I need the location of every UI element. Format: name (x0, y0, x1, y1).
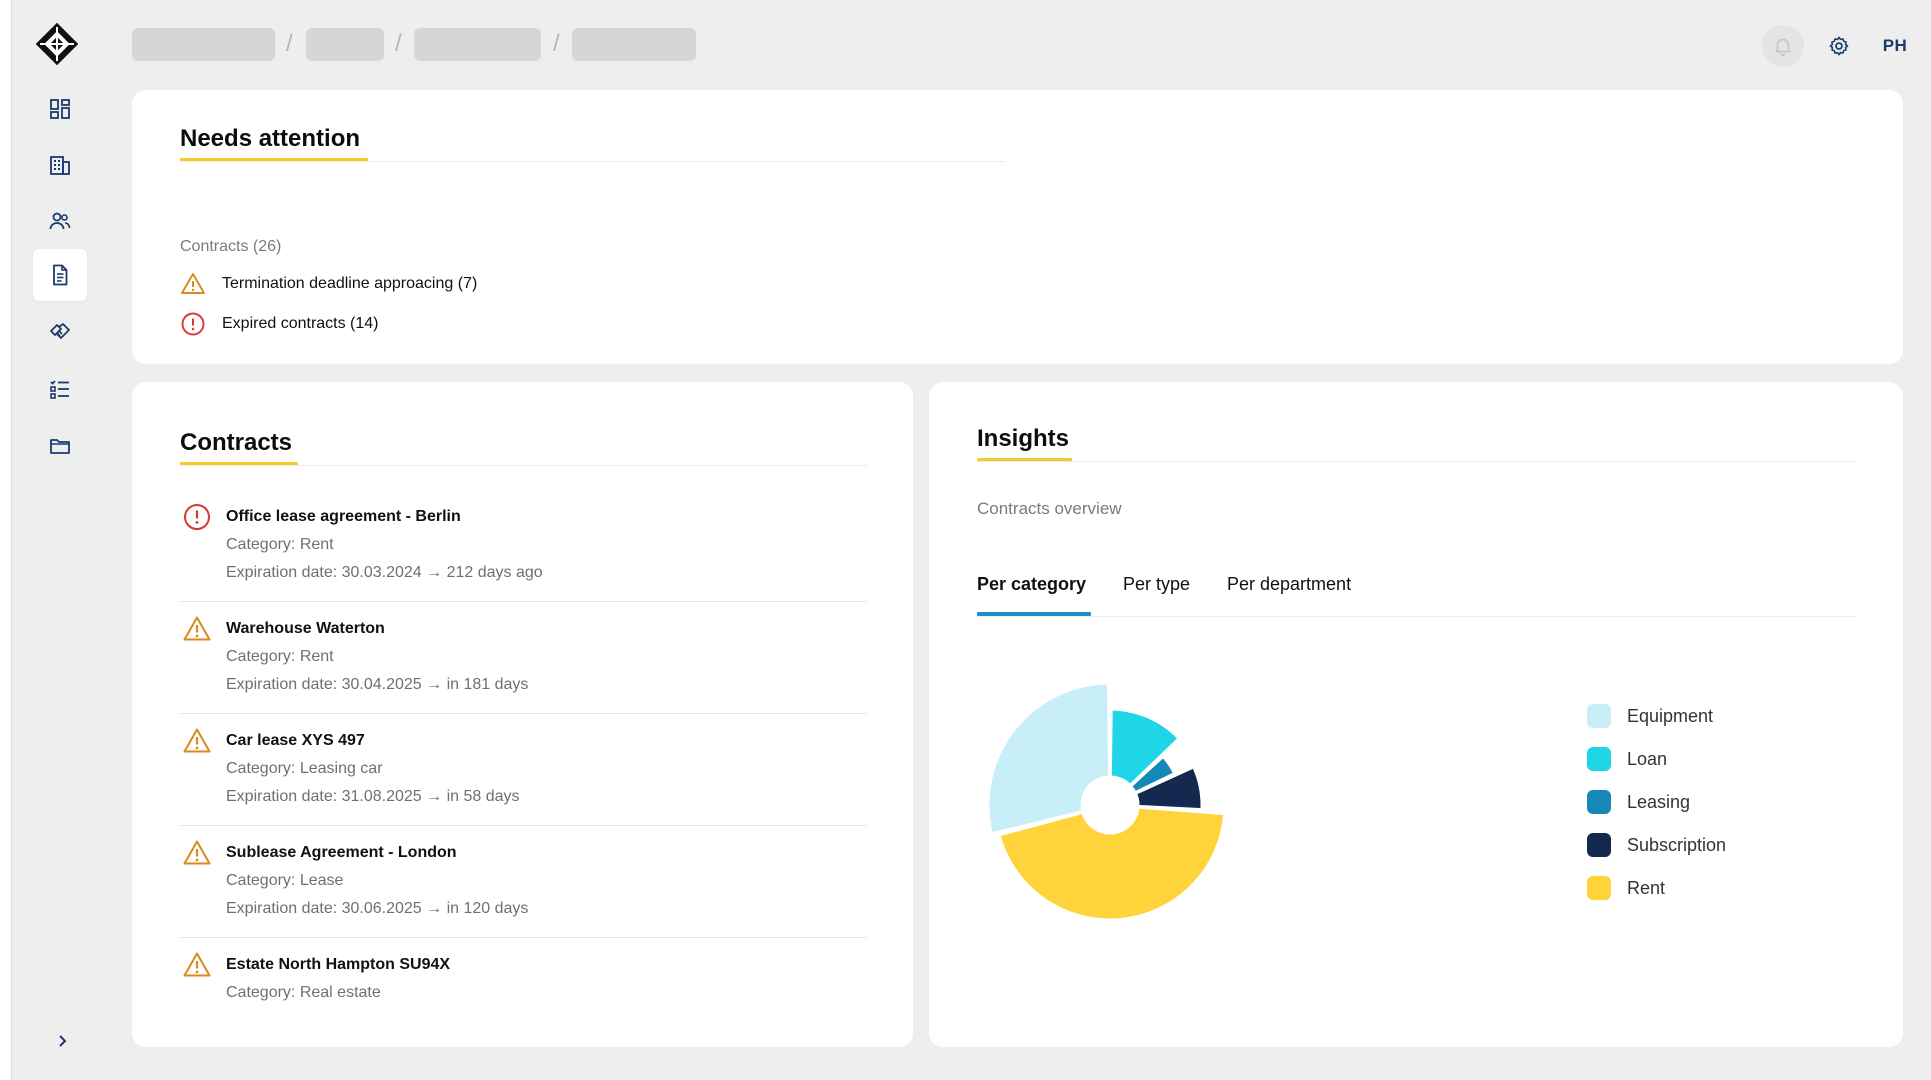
people-icon (48, 209, 72, 233)
expired-contracts-label: Expired contracts (14) (222, 315, 379, 333)
needs-attention-subtitle: Contracts (26) (180, 238, 281, 256)
app-logo-icon[interactable] (36, 23, 78, 65)
breadcrumb-item-placeholder[interactable] (306, 28, 384, 61)
contract-expiration: Expiration date: 30.03.2024 → 212 days a… (226, 564, 543, 582)
title-divider (180, 465, 867, 466)
expand-sidebar-button[interactable] (47, 1028, 77, 1054)
legend-item-subscription: Subscription (1587, 833, 1726, 857)
gear-icon (1828, 35, 1850, 57)
contract-item[interactable]: Estate North Hampton SU94X Category: Rea… (180, 950, 867, 1030)
contracts-overview-subtitle: Contracts overview (977, 499, 1122, 519)
list-divider (180, 825, 867, 826)
tab-divider (977, 616, 1855, 617)
contract-name: Office lease agreement - Berlin (226, 508, 461, 526)
handshake-icon (48, 320, 72, 344)
contracts-card: Contracts Office lease agreement - Berli… (132, 382, 913, 1047)
termination-deadline-label: Termination deadline approacing (7) (222, 275, 477, 293)
sidebar (11, 0, 121, 1080)
contract-category: Category: Real estate (226, 984, 381, 1002)
contract-name: Car lease XYS 497 (226, 732, 365, 750)
warning-icon (182, 726, 212, 756)
settings-button[interactable] (1820, 27, 1858, 65)
list-divider (180, 713, 867, 714)
breadcrumb-item-placeholder[interactable] (414, 28, 541, 61)
contracts-title: Contracts (180, 429, 292, 457)
legend-item-loan: Loan (1587, 747, 1667, 771)
tab-per-department[interactable]: Per department (1227, 574, 1351, 595)
warning-icon (182, 838, 212, 868)
error-icon (180, 311, 206, 337)
tab-per-type[interactable]: Per type (1123, 574, 1190, 595)
legend-swatch (1587, 876, 1611, 900)
contract-expiration: Expiration date: 30.06.2025 → in 120 day… (226, 900, 528, 918)
contract-item[interactable]: Car lease XYS 497 Category: Leasing car … (180, 726, 867, 826)
legend-label: Subscription (1627, 835, 1726, 856)
document-icon (48, 263, 72, 287)
contract-name: Sublease Agreement - London (226, 844, 457, 862)
pie-center-hole (1082, 777, 1138, 833)
legend-item-leasing: Leasing (1587, 790, 1690, 814)
contract-item[interactable]: Sublease Agreement - London Category: Le… (180, 838, 867, 938)
contract-category: Category: Leasing car (226, 760, 383, 778)
building-icon (48, 153, 72, 177)
nav-deals[interactable] (33, 306, 87, 358)
warning-icon (182, 614, 212, 644)
legend-label: Leasing (1627, 792, 1690, 813)
breadcrumb-separator: / (286, 30, 293, 58)
breadcrumb-item-placeholder[interactable] (132, 28, 275, 61)
nav-tasks[interactable] (33, 363, 87, 415)
nav-people[interactable] (33, 195, 87, 247)
legend-label: Rent (1627, 878, 1665, 899)
legend-swatch (1587, 747, 1611, 771)
insights-title: Insights (977, 425, 1069, 453)
error-icon (182, 502, 212, 532)
warning-icon (180, 271, 206, 297)
contract-item[interactable]: Warehouse Waterton Category: Rent Expira… (180, 614, 867, 714)
title-divider (180, 161, 1005, 162)
dashboard-icon (48, 97, 72, 121)
breadcrumb-separator: / (553, 30, 560, 58)
nav-files[interactable] (33, 420, 87, 472)
legend-swatch (1587, 833, 1611, 857)
checklist-icon (48, 377, 72, 401)
contract-expiration: Expiration date: 30.04.2025 → in 181 day… (226, 676, 528, 694)
legend-item-equipment: Equipment (1587, 704, 1713, 728)
user-avatar[interactable]: PH (1872, 30, 1918, 62)
list-divider (180, 601, 867, 602)
category-pie-chart (977, 677, 1257, 947)
legend-swatch (1587, 704, 1611, 728)
needs-attention-card: Needs attention Contracts (26) Terminati… (132, 90, 1903, 364)
list-divider (180, 937, 867, 938)
breadcrumb-separator: / (395, 30, 402, 58)
legend-item-rent: Rent (1587, 876, 1665, 900)
title-divider (977, 461, 1855, 462)
contract-item[interactable]: Office lease agreement - Berlin Category… (180, 502, 867, 602)
contract-name: Warehouse Waterton (226, 620, 385, 638)
nav-contracts[interactable] (33, 249, 87, 301)
legend-swatch (1587, 790, 1611, 814)
warning-icon (182, 950, 212, 980)
folder-icon (48, 434, 72, 458)
termination-deadline-link[interactable]: Termination deadline approacing (7) (180, 271, 477, 297)
nav-dashboard[interactable] (33, 83, 87, 135)
contract-expiration: Expiration date: 31.08.2025 → in 58 days (226, 788, 520, 806)
nav-buildings[interactable] (33, 139, 87, 191)
contract-category: Category: Lease (226, 872, 343, 890)
contract-category: Category: Rent (226, 648, 334, 666)
needs-attention-title: Needs attention (180, 125, 360, 153)
notifications-button[interactable] (1762, 25, 1804, 67)
insights-card: Insights Contracts overview Per category… (929, 382, 1903, 1047)
contract-name: Estate North Hampton SU94X (226, 956, 450, 974)
expired-contracts-link[interactable]: Expired contracts (14) (180, 311, 379, 337)
bell-icon (1772, 35, 1794, 57)
chevron-right-icon (54, 1033, 70, 1049)
legend-label: Equipment (1627, 706, 1713, 727)
legend-label: Loan (1627, 749, 1667, 770)
breadcrumb-item-placeholder[interactable] (572, 28, 696, 61)
tab-per-category[interactable]: Per category (977, 574, 1086, 595)
contract-category: Category: Rent (226, 536, 334, 554)
